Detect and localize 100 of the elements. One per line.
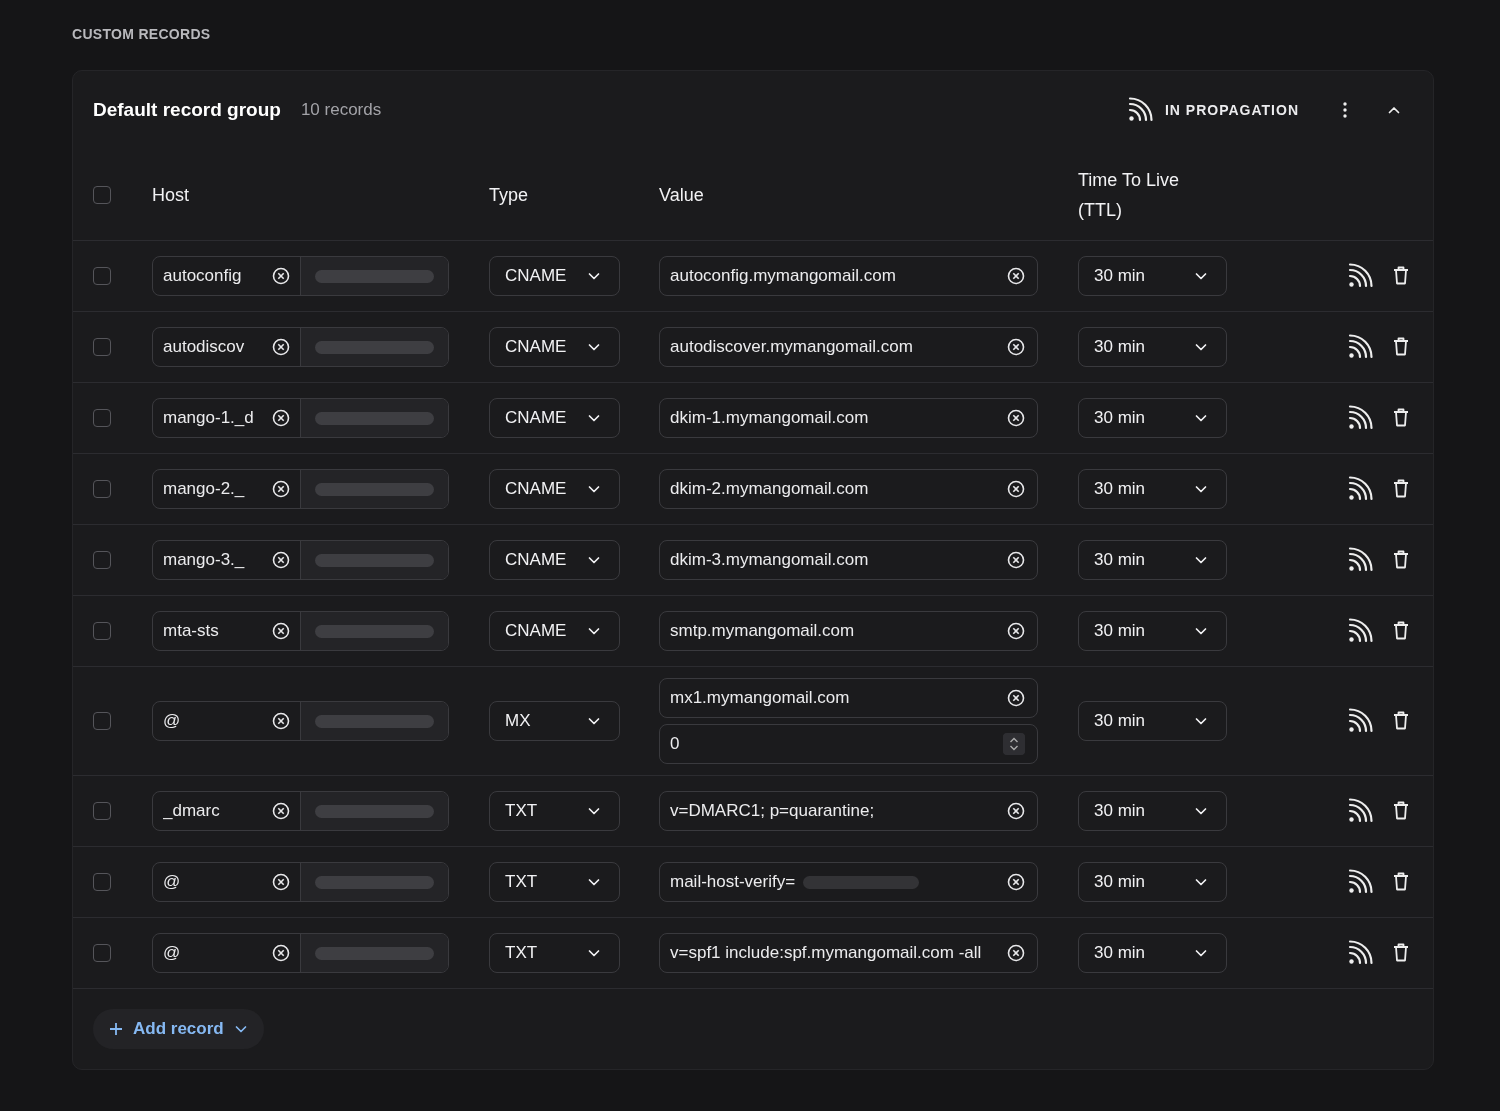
ttl-select[interactable]: 30 min — [1078, 327, 1227, 367]
type-select[interactable]: TXT — [489, 791, 620, 831]
ttl-select[interactable]: 30 min — [1078, 611, 1227, 651]
select-all-checkbox[interactable] — [93, 186, 111, 204]
ttl-select[interactable]: 30 min — [1078, 862, 1227, 902]
clear-icon[interactable] — [272, 802, 290, 820]
type-select[interactable]: MX — [489, 701, 620, 741]
clear-icon[interactable] — [1007, 622, 1025, 640]
ttl-select[interactable]: 30 min — [1078, 791, 1227, 831]
trash-icon[interactable] — [1393, 266, 1409, 286]
column-header: Time To Live (TTL) — [1078, 169, 1181, 222]
row-checkbox[interactable] — [93, 622, 111, 640]
trash-icon[interactable] — [1393, 550, 1409, 570]
clear-icon[interactable] — [272, 712, 290, 730]
type-select[interactable]: TXT — [489, 933, 620, 973]
propagation-icon — [1126, 97, 1153, 123]
row-checkbox[interactable] — [93, 873, 111, 891]
trash-icon[interactable] — [1393, 801, 1409, 821]
value-field[interactable]: v=spf1 include:spf.mymangomail.com -all — [659, 933, 1038, 973]
clear-icon[interactable] — [1007, 480, 1025, 498]
propagation-icon[interactable] — [1346, 263, 1373, 289]
more-icon[interactable] — [1343, 102, 1347, 118]
column-header: Host — [152, 184, 190, 207]
record-count: 10 records — [300, 100, 382, 120]
ttl-select[interactable]: 30 min — [1078, 933, 1227, 973]
host-field[interactable]: autodiscov — [152, 327, 449, 367]
trash-icon[interactable] — [1393, 621, 1409, 641]
host-field[interactable]: mango-1._d — [152, 398, 449, 438]
trash-icon[interactable] — [1393, 479, 1409, 499]
propagation-icon[interactable] — [1346, 547, 1373, 573]
clear-icon[interactable] — [272, 267, 290, 285]
row-checkbox[interactable] — [93, 267, 111, 285]
priority-field[interactable]: 0 — [659, 724, 1038, 764]
clear-icon[interactable] — [272, 944, 290, 962]
status-label: IN PROPAGATION — [1164, 102, 1299, 118]
value-field[interactable]: dkim-3.mymangomail.com — [659, 540, 1038, 580]
trash-icon[interactable] — [1393, 711, 1409, 731]
propagation-icon[interactable] — [1346, 405, 1373, 431]
type-select[interactable]: CNAME — [489, 256, 620, 296]
value-field[interactable]: autoconfig.mymangomail.com — [659, 256, 1038, 296]
propagation-icon[interactable] — [1346, 869, 1373, 895]
value-field[interactable]: smtp.mymangomail.com — [659, 611, 1038, 651]
row-checkbox[interactable] — [93, 802, 111, 820]
clear-icon[interactable] — [272, 480, 290, 498]
ttl-select[interactable]: 30 min — [1078, 469, 1227, 509]
ttl-select[interactable]: 30 min — [1078, 398, 1227, 438]
value-field[interactable]: dkim-2.mymangomail.com — [659, 469, 1038, 509]
clear-icon[interactable] — [272, 338, 290, 356]
row-checkbox[interactable] — [93, 551, 111, 569]
clear-icon[interactable] — [1007, 689, 1025, 707]
host-field[interactable]: @ — [152, 701, 449, 741]
host-field[interactable]: @ — [152, 933, 449, 973]
ttl-select[interactable]: 30 min — [1078, 701, 1227, 741]
value-field[interactable]: v=DMARC1; p=quarantine; — [659, 791, 1038, 831]
propagation-icon[interactable] — [1346, 334, 1373, 360]
clear-icon[interactable] — [1007, 551, 1025, 569]
type-select[interactable]: CNAME — [489, 540, 620, 580]
clear-icon[interactable] — [1007, 267, 1025, 285]
ttl-select[interactable]: 30 min — [1078, 256, 1227, 296]
trash-icon[interactable] — [1393, 943, 1409, 963]
type-select[interactable]: CNAME — [489, 327, 620, 367]
trash-icon[interactable] — [1393, 408, 1409, 428]
clear-icon[interactable] — [1007, 338, 1025, 356]
host-field[interactable]: mango-3._ — [152, 540, 449, 580]
type-select[interactable]: CNAME — [489, 469, 620, 509]
host-field[interactable]: mango-2._ — [152, 469, 449, 509]
propagation-icon[interactable] — [1346, 708, 1373, 734]
row-checkbox[interactable] — [93, 712, 111, 730]
add-record-button[interactable]: Add record — [93, 1009, 264, 1049]
column-header: Type — [489, 184, 530, 207]
clear-icon[interactable] — [1007, 944, 1025, 962]
propagation-icon[interactable] — [1346, 798, 1373, 824]
row-checkbox[interactable] — [93, 409, 111, 427]
clear-icon[interactable] — [1007, 409, 1025, 427]
clear-icon[interactable] — [272, 551, 290, 569]
clear-icon[interactable] — [272, 873, 290, 891]
propagation-icon[interactable] — [1346, 940, 1373, 966]
type-select[interactable]: CNAME — [489, 398, 620, 438]
type-select[interactable]: CNAME — [489, 611, 620, 651]
clear-icon[interactable] — [1007, 873, 1025, 891]
trash-icon[interactable] — [1393, 337, 1409, 357]
host-field[interactable]: autoconfig — [152, 256, 449, 296]
propagation-icon[interactable] — [1346, 476, 1373, 502]
value-field[interactable]: mail-host-verify= — [659, 862, 1038, 902]
clear-icon[interactable] — [1007, 802, 1025, 820]
row-checkbox[interactable] — [93, 480, 111, 498]
propagation-icon[interactable] — [1346, 618, 1373, 644]
host-field[interactable]: mta-sts — [152, 611, 449, 651]
trash-icon[interactable] — [1393, 872, 1409, 892]
type-select[interactable]: TXT — [489, 862, 620, 902]
ttl-select[interactable]: 30 min — [1078, 540, 1227, 580]
row-checkbox[interactable] — [93, 338, 111, 356]
host-field[interactable]: _dmarc — [152, 791, 449, 831]
clear-icon[interactable] — [272, 622, 290, 640]
value-field[interactable]: autodiscover.mymangomail.com — [659, 327, 1038, 367]
value-field[interactable]: dkim-1.mymangomail.com — [659, 398, 1038, 438]
clear-icon[interactable] — [272, 409, 290, 427]
row-checkbox[interactable] — [93, 944, 111, 962]
host-field[interactable]: @ — [152, 862, 449, 902]
value-field[interactable]: mx1.mymangomail.com — [659, 678, 1038, 718]
